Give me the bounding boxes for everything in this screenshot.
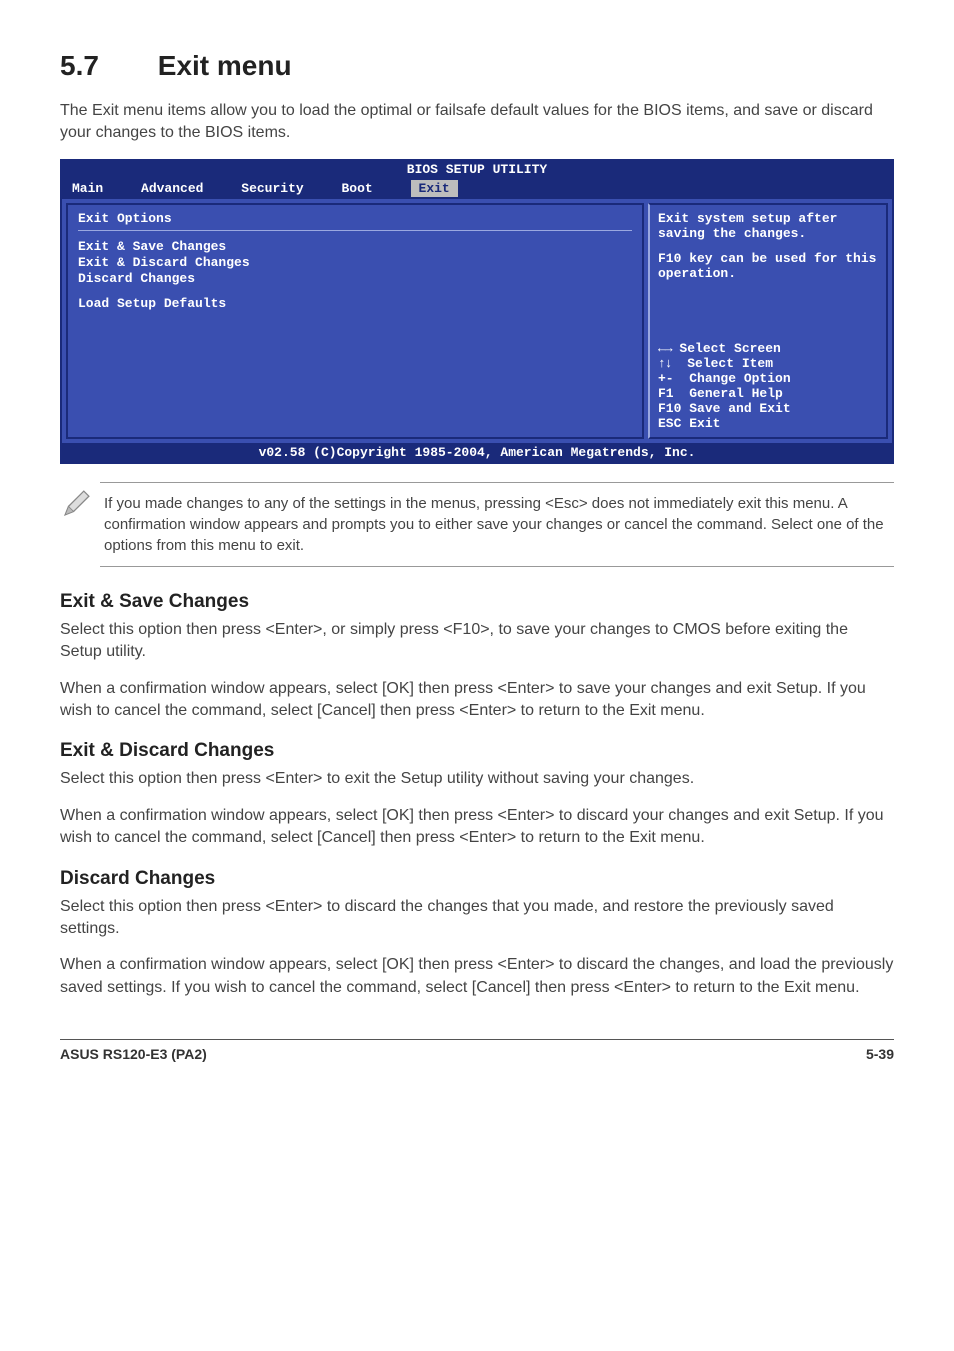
note-row: If you made changes to any of the settin… xyxy=(60,482,894,567)
key-change-option: Change Option xyxy=(689,371,790,386)
tab-boot[interactable]: Boot xyxy=(342,181,373,196)
footer-page-number: 5-39 xyxy=(866,1046,894,1062)
divider xyxy=(78,230,632,231)
plusminus-icon: +- xyxy=(658,371,674,386)
tab-security[interactable]: Security xyxy=(241,181,303,196)
opt-discard[interactable]: Discard Changes xyxy=(78,271,632,286)
arrows-lr-icon: ←→ xyxy=(658,341,672,356)
arrows-ud-icon: ↑↓ xyxy=(658,356,672,371)
p-exit-save-2: When a confirmation window appears, sele… xyxy=(60,678,894,723)
bios-help-panel: Exit system setup after saving the chang… xyxy=(648,203,888,439)
help-line2: F10 key can be used for this operation. xyxy=(658,251,878,281)
key-save-exit: Save and Exit xyxy=(689,401,790,416)
key-general-help: General Help xyxy=(689,386,783,401)
p-exit-discard-1: Select this option then press <Enter> to… xyxy=(60,768,894,790)
key-exit: Exit xyxy=(689,416,720,431)
heading-exit-save: Exit & Save Changes xyxy=(60,591,894,613)
f1-key: F1 xyxy=(658,386,674,401)
p-discard-2: When a confirmation window appears, sele… xyxy=(60,954,894,999)
p-exit-discard-2: When a confirmation window appears, sele… xyxy=(60,805,894,850)
heading-discard: Discard Changes xyxy=(60,868,894,890)
note-text: If you made changes to any of the settin… xyxy=(100,482,894,567)
opt-exit-discard[interactable]: Exit & Discard Changes xyxy=(78,255,632,270)
section-heading: 5.7 Exit menu xyxy=(60,50,894,82)
bios-body: Exit Options Exit & Save Changes Exit & … xyxy=(62,199,892,443)
pencil-icon xyxy=(60,482,100,525)
help-line1: Exit system setup after saving the chang… xyxy=(658,211,878,241)
bios-title: BIOS SETUP UTILITY xyxy=(62,161,892,178)
key-select-item: Select Item xyxy=(687,356,773,371)
f10-key: F10 xyxy=(658,401,681,416)
section-title-text: Exit menu xyxy=(158,50,292,81)
opt-load-defaults[interactable]: Load Setup Defaults xyxy=(78,296,632,311)
bios-key-legend: ←→ Select Screen ↑↓ Select Item +- Chang… xyxy=(658,341,878,431)
bios-window: BIOS SETUP UTILITY Main Advanced Securit… xyxy=(60,159,894,464)
tab-advanced[interactable]: Advanced xyxy=(141,181,203,196)
tab-main[interactable]: Main xyxy=(72,181,103,196)
page-footer: ASUS RS120-E3 (PA2) 5-39 xyxy=(60,1039,894,1062)
opt-exit-save[interactable]: Exit & Save Changes xyxy=(78,239,632,254)
tab-exit[interactable]: Exit xyxy=(411,180,458,197)
bios-left-panel: Exit Options Exit & Save Changes Exit & … xyxy=(66,203,644,439)
section-number: 5.7 xyxy=(60,50,150,82)
exit-options-heading: Exit Options xyxy=(78,211,632,226)
intro-paragraph: The Exit menu items allow you to load th… xyxy=(60,100,894,145)
heading-exit-discard: Exit & Discard Changes xyxy=(60,740,894,762)
bios-footer: v02.58 (C)Copyright 1985-2004, American … xyxy=(62,443,892,462)
p-discard-1: Select this option then press <Enter> to… xyxy=(60,896,894,941)
p-exit-save-1: Select this option then press <Enter>, o… xyxy=(60,619,894,664)
footer-product: ASUS RS120-E3 (PA2) xyxy=(60,1046,207,1062)
bios-tab-bar: Main Advanced Security Boot Exit xyxy=(62,178,892,199)
bios-help-text: Exit system setup after saving the chang… xyxy=(658,211,878,281)
esc-key: ESC xyxy=(658,416,681,431)
key-select-screen: Select Screen xyxy=(679,341,780,356)
